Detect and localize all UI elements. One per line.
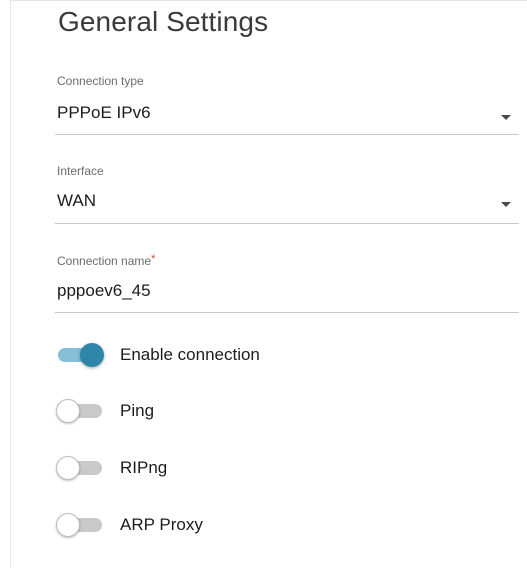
connection-name-input[interactable]: Connection name* pppoev6_45	[55, 250, 519, 313]
connection-name-label-text: Connection name	[57, 254, 152, 268]
connection-type-value: PPPoE IPv6	[57, 103, 151, 122]
toggle-knob[interactable]	[80, 343, 104, 367]
toggle-label-ripng: RIPng	[120, 458, 168, 477]
toggle-knob[interactable]	[56, 456, 80, 480]
connection-name-label: Connection name*	[57, 253, 156, 268]
toggle-enable-connection[interactable]: Enable connection	[58, 342, 358, 370]
toggle-ping[interactable]: Ping	[56, 398, 358, 426]
dropdown-arrow-icon	[501, 115, 511, 120]
toggle-knob[interactable]	[56, 399, 80, 423]
toggle-knob[interactable]	[56, 513, 80, 537]
required-mark: *	[151, 253, 156, 265]
connection-type-select[interactable]: Connection type PPPoE IPv6	[55, 70, 519, 135]
toggle-ripng[interactable]: RIPng	[56, 455, 358, 483]
toggle-label-ping: Ping	[120, 401, 155, 420]
toggle-label-arp-proxy: ARP Proxy	[120, 515, 203, 534]
interface-value: WAN	[57, 191, 97, 210]
connection-name-value: pppoev6_45	[57, 281, 151, 300]
section-title: General Settings	[58, 6, 269, 37]
interface-select[interactable]: Interface WAN	[55, 160, 519, 224]
interface-label: Interface	[57, 164, 104, 178]
dropdown-arrow-icon	[501, 202, 511, 207]
toggle-label-enable-connection: Enable connection	[120, 345, 260, 364]
toggle-arp-proxy[interactable]: ARP Proxy	[56, 512, 358, 540]
connection-type-label: Connection type	[57, 74, 144, 88]
